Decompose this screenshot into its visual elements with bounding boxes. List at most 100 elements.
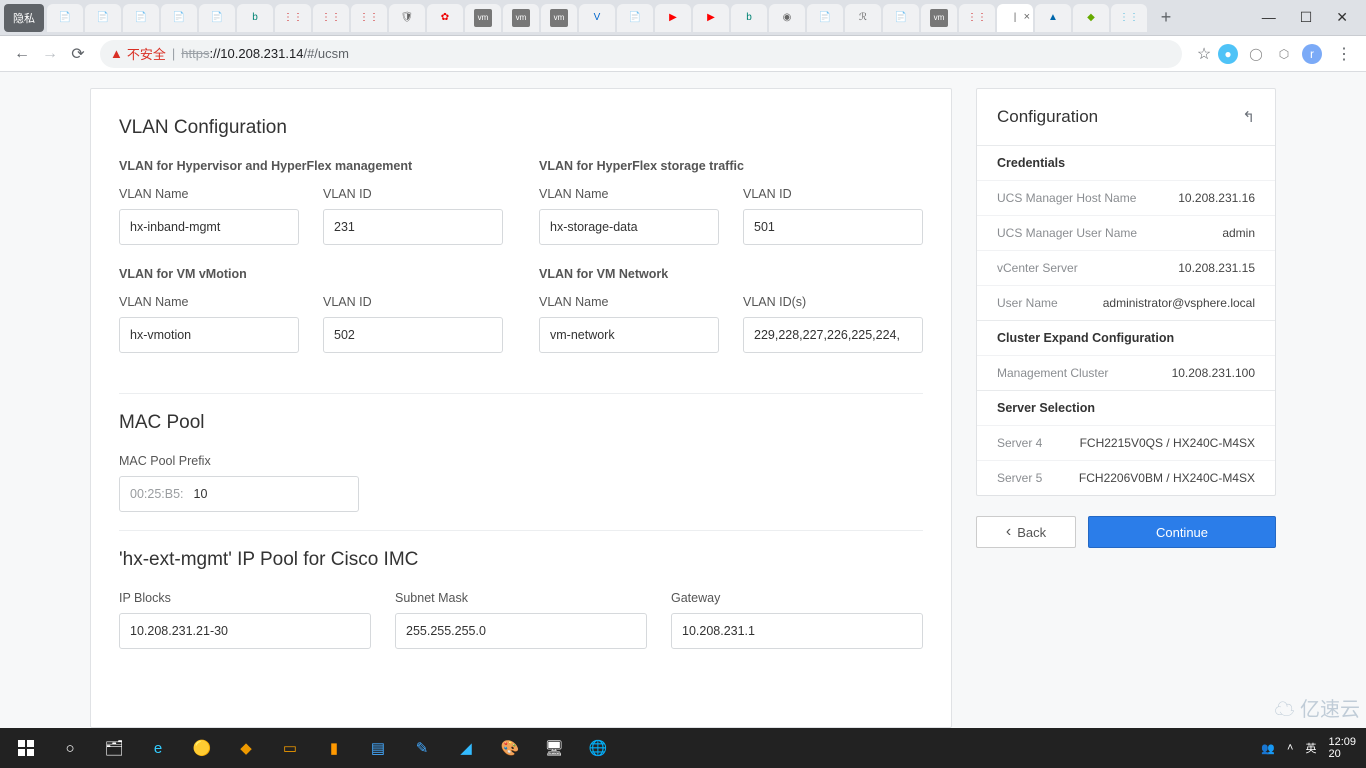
browser-tab[interactable]: ℛ [845, 4, 881, 32]
vlan-id-input[interactable] [323, 317, 503, 353]
browser-tab[interactable]: ◆ [1073, 4, 1109, 32]
url-input[interactable]: ▲不安全 | https://10.208.231.14/#/ucsm [100, 40, 1182, 68]
browser-tab[interactable]: ⋮⋮ [275, 4, 311, 32]
field-label: VLAN ID [323, 295, 503, 309]
browser-tab[interactable]: b [731, 4, 767, 32]
browser-tab[interactable]: ▶ [693, 4, 729, 32]
browser-tab[interactable]: vm [921, 4, 957, 32]
divider [119, 393, 923, 394]
summary-row: Management Cluster10.208.231.100 [977, 355, 1275, 390]
app-icon[interactable]: ✎ [400, 728, 444, 768]
browser-tab[interactable]: b [237, 4, 273, 32]
vlan-id-input[interactable] [323, 209, 503, 245]
field-label: VLAN Name [119, 187, 299, 201]
browser-tab[interactable]: ◉ [769, 4, 805, 32]
side-column: Configuration ↰ Credentials UCS Manager … [976, 88, 1276, 728]
vlan-name-input[interactable] [539, 209, 719, 245]
vlan-vmotion-heading: VLAN for VM vMotion [119, 267, 503, 281]
clock[interactable]: 12:0920 [1328, 736, 1356, 760]
sublime-icon[interactable]: ▮ [312, 728, 356, 768]
incognito-badge: 隐私 [4, 4, 44, 32]
summary-row: Server 4FCH2215V0QS / HX240C-M4SX [977, 425, 1275, 460]
ime-indicator[interactable]: 英 [1305, 740, 1316, 756]
mac-prefix-input[interactable] [184, 476, 348, 512]
file-explorer-icon[interactable]: 🗂 [92, 728, 136, 768]
menu-icon[interactable]: ⋮ [1330, 40, 1358, 68]
extension-icon[interactable]: ⬡ [1274, 44, 1294, 64]
address-bar: ← → ⟳ ▲不安全 | https://10.208.231.14/#/ucs… [0, 36, 1366, 72]
field-label: Subnet Mask [395, 591, 647, 605]
system-tray[interactable]: 👥 ˄ 英 12:0920 [1261, 736, 1362, 760]
browser-tab[interactable]: ⋮⋮ [313, 4, 349, 32]
field-label: VLAN Name [539, 295, 719, 309]
cortana-icon[interactable]: ○ [48, 728, 92, 768]
browser-tab[interactable]: ✿ [427, 4, 463, 32]
field-label: VLAN Name [119, 295, 299, 309]
watermark: ☁ 亿速云 [1274, 693, 1360, 722]
new-tab-button[interactable]: + [1154, 6, 1178, 30]
browser-tab[interactable]: vm [541, 4, 577, 32]
profile-avatar[interactable]: r [1302, 44, 1322, 64]
window-close-icon[interactable]: ✕ [1336, 9, 1348, 26]
browser-tab[interactable]: 📄 [85, 4, 121, 32]
paint-icon[interactable]: 🎨 [488, 728, 532, 768]
back-button[interactable]: Back [976, 516, 1076, 548]
extension-icon[interactable]: ◯ [1246, 44, 1266, 64]
ip-blocks-input[interactable] [119, 613, 371, 649]
people-icon[interactable]: 👥 [1261, 742, 1275, 755]
browser-tab[interactable]: 📄 [883, 4, 919, 32]
app-icon[interactable]: 🌐 [576, 728, 620, 768]
mac-pool-title: MAC Pool [119, 412, 923, 434]
vlan-hyper-heading: VLAN for Hypervisor and HyperFlex manage… [119, 159, 503, 173]
vlan-name-input[interactable] [119, 317, 299, 353]
gateway-input[interactable] [671, 613, 923, 649]
browser-tab[interactable]: ▲ [1035, 4, 1071, 32]
nav-forward-button[interactable]: → [36, 40, 64, 68]
app-icon[interactable]: ▤ [356, 728, 400, 768]
browser-tab[interactable]: 📄 [161, 4, 197, 32]
extension-icon[interactable]: ● [1218, 44, 1238, 64]
close-tab-icon[interactable]: × [1024, 11, 1030, 23]
window-maximize-icon[interactable]: ☐ [1300, 9, 1313, 26]
mac-prefix-static: 00:25:B5: [130, 487, 184, 501]
ie-icon[interactable]: e [136, 728, 180, 768]
nav-reload-button[interactable]: ⟳ [64, 40, 92, 68]
app-icon[interactable]: 🖥 [532, 728, 576, 768]
field-label: Gateway [671, 591, 923, 605]
continue-button[interactable]: Continue [1088, 516, 1276, 548]
window-minimize-icon[interactable]: — [1262, 9, 1276, 26]
browser-tab[interactable]: 📄 [617, 4, 653, 32]
nav-back-button[interactable]: ← [8, 40, 36, 68]
browser-tab[interactable]: 📄 [807, 4, 843, 32]
browser-tab[interactable]: 📄 [123, 4, 159, 32]
browser-tab-active[interactable]: |× [997, 4, 1033, 32]
browser-tab[interactable]: vm [503, 4, 539, 32]
vlan-name-input[interactable] [119, 209, 299, 245]
start-button[interactable] [4, 728, 48, 768]
browser-tab[interactable]: ▶ [655, 4, 691, 32]
browser-tab[interactable]: 📄 [199, 4, 235, 32]
wireshark-icon[interactable]: ◢ [444, 728, 488, 768]
not-secure-warning: ▲不安全 [110, 44, 166, 63]
divider [119, 530, 923, 531]
browser-tab[interactable]: V [579, 4, 615, 32]
vlan-id-input[interactable] [743, 209, 923, 245]
subnet-mask-input[interactable] [395, 613, 647, 649]
tray-chevron-icon[interactable]: ˄ [1287, 742, 1293, 754]
browser-tab[interactable]: 📄 [47, 4, 83, 32]
field-label: MAC Pool Prefix [119, 454, 359, 468]
browser-tab[interactable]: vm [465, 4, 501, 32]
browser-tab[interactable]: ⋮⋮ [351, 4, 387, 32]
vsphere-icon[interactable]: ◆ [224, 728, 268, 768]
mac-prefix-field[interactable]: 00:25:B5: [119, 476, 359, 512]
browser-tab[interactable]: 🛡 [389, 4, 425, 32]
bookmark-icon[interactable]: ☆ [1190, 40, 1218, 68]
browser-tab[interactable]: ⋮⋮ [959, 4, 995, 32]
vlan-id-input[interactable] [743, 317, 923, 353]
vmware-icon[interactable]: ▭ [268, 728, 312, 768]
browser-tab[interactable]: ⋮⋮ [1111, 4, 1147, 32]
chrome-icon[interactable]: 🟡 [180, 728, 224, 768]
collapse-icon[interactable]: ↰ [1242, 108, 1255, 126]
vlan-name-input[interactable] [539, 317, 719, 353]
vlan-storage-heading: VLAN for HyperFlex storage traffic [539, 159, 923, 173]
